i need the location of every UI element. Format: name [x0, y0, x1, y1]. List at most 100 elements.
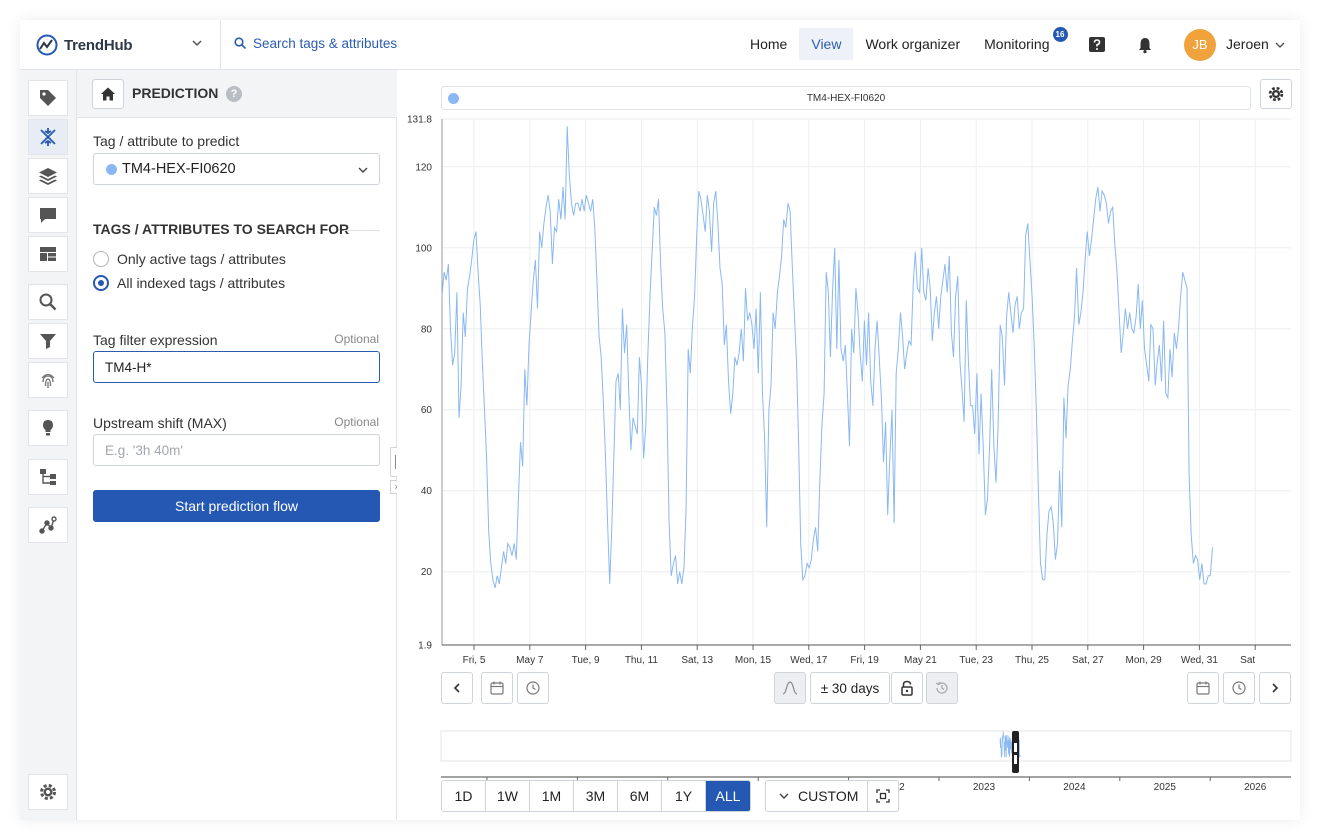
help-icon[interactable]: ? — [226, 86, 242, 102]
fit-view-button[interactable] — [867, 780, 899, 812]
x-tick-label: Tue, 23 — [959, 655, 993, 666]
chart-settings-button[interactable] — [1260, 79, 1292, 109]
nav-work-organizer[interactable]: Work organizer — [853, 28, 972, 60]
start-date-button[interactable] — [481, 672, 513, 704]
rail-settings-button[interactable] — [28, 774, 68, 810]
clock-icon — [526, 681, 540, 695]
rail-prediction-button[interactable] — [28, 119, 68, 155]
x-tick-label: Sat, 13 — [681, 655, 713, 666]
logo[interactable]: TrendHub — [36, 34, 133, 56]
lock-button[interactable] — [891, 672, 923, 704]
home-icon — [101, 87, 115, 101]
filter-icon — [40, 334, 56, 349]
rail-search-button[interactable] — [28, 284, 68, 320]
x-tick-label: Sat — [1240, 655, 1255, 666]
history-icon — [935, 681, 948, 694]
main-chart[interactable]: 131.8 120 100 80 60 40 20 1.9 Fri, 5 May 7 Tue, 9 T… — [397, 110, 1300, 720]
avatar[interactable]: JB — [1184, 29, 1216, 61]
bell-icon[interactable] — [1136, 36, 1154, 54]
rail-layers-button[interactable] — [28, 158, 68, 194]
end-date-button[interactable] — [1187, 672, 1219, 704]
upstream-shift-input[interactable] — [93, 434, 380, 466]
pan-right-button[interactable] — [1259, 672, 1291, 704]
nav-monitoring[interactable]: Monitoring 16 — [972, 27, 1068, 60]
nav-view[interactable]: View — [799, 28, 854, 60]
logo-text: TrendHub — [64, 36, 133, 54]
y-tick-label: 80 — [421, 324, 433, 335]
end-time-button[interactable] — [1223, 672, 1255, 704]
radio-only-active-label: Only active tags / attributes — [117, 251, 286, 267]
dashboard-icon — [40, 247, 56, 261]
range-selector: 1D 1W 1M 3M 6M 1Y ALL — [441, 780, 751, 812]
upstream-shift-label: Upstream shift (MAX) — [93, 415, 227, 431]
overview-year-label: 2025 — [1154, 782, 1177, 793]
home-button[interactable] — [92, 79, 124, 109]
radio-only-active[interactable]: Only active tags / attributes — [93, 251, 286, 267]
rail-insights-button[interactable] — [28, 410, 68, 446]
chevron-left-icon — [453, 683, 460, 693]
radio-all-indexed[interactable]: All indexed tags / attributes — [93, 275, 285, 291]
series-legend[interactable]: TM4-HEX-FI0620 — [441, 86, 1251, 110]
range-all[interactable]: ALL — [706, 781, 750, 811]
rail-comments-button[interactable] — [28, 197, 68, 233]
x-tick-label: Mon, 29 — [1126, 655, 1163, 666]
upstream-shift-optional: Optional — [334, 415, 379, 429]
rail-graph-button[interactable] — [28, 507, 68, 543]
rail-tags-button[interactable] — [28, 80, 68, 116]
range-6m[interactable]: 6M — [618, 781, 662, 811]
top-header: TrendHub Search tags & attributes Home V… — [20, 20, 1300, 70]
tag-filter-label: Tag filter expression — [93, 332, 218, 348]
custom-range-label: CUSTOM — [798, 788, 859, 804]
pan-left-button[interactable] — [441, 672, 473, 704]
radio-all-indexed-circle[interactable] — [93, 275, 109, 291]
start-prediction-button[interactable]: Start prediction flow — [93, 490, 380, 522]
monitoring-badge: 16 — [1052, 27, 1068, 42]
user-name[interactable]: Jeroen — [1226, 36, 1269, 52]
window-size-button[interactable]: ± 30 days — [810, 672, 890, 704]
search-icon — [39, 293, 57, 311]
trendhub-logo-icon — [36, 34, 58, 56]
tag-filter-input[interactable] — [93, 351, 380, 383]
tag-to-predict-select[interactable]: TM4-HEX-FI0620 — [93, 153, 380, 185]
series-legend-label: TM4-HEX-FI0620 — [806, 93, 886, 104]
tag-icon — [40, 90, 56, 106]
x-tick-label: May 21 — [904, 655, 937, 666]
overview-handle-grip — [1014, 755, 1017, 764]
tag-to-predict-value: TM4-HEX-FI0620 — [122, 161, 236, 177]
range-1m[interactable]: 1M — [530, 781, 574, 811]
radio-only-active-circle[interactable] — [93, 251, 109, 267]
chevron-down-icon[interactable] — [1274, 39, 1286, 51]
x-tick-label: Mon, 15 — [735, 655, 772, 666]
history-button[interactable] — [926, 672, 958, 704]
x-tick-label: Thu, 11 — [625, 655, 659, 666]
rail-hierarchy-button[interactable] — [28, 459, 68, 495]
chevron-down-icon[interactable] — [190, 36, 204, 50]
search-tags-button[interactable]: Search tags & attributes — [234, 36, 397, 51]
rail-filter-button[interactable] — [28, 323, 68, 359]
y-tick-label: 131.8 — [407, 115, 432, 126]
x-tick-label: Sat, 27 — [1072, 655, 1104, 666]
range-1y[interactable]: 1Y — [662, 781, 706, 811]
rail-dashboard-button[interactable] — [28, 236, 68, 272]
overview-handle-grip — [1014, 743, 1017, 752]
lightbulb-icon — [43, 420, 53, 436]
x-tick-label: Thu, 25 — [1015, 655, 1049, 666]
range-3m[interactable]: 3M — [574, 781, 618, 811]
calendar-icon — [490, 681, 504, 695]
radio-all-indexed-label: All indexed tags / attributes — [117, 275, 286, 291]
fingerprint-icon — [41, 373, 55, 388]
tag-filter-optional: Optional — [334, 332, 379, 346]
x-tick-label: Fri, 19 — [850, 655, 879, 666]
start-time-button[interactable] — [517, 672, 549, 704]
calendar-icon — [1196, 681, 1210, 695]
distribution-button[interactable] — [774, 672, 806, 704]
y-tick-label: 100 — [415, 243, 432, 254]
range-1w[interactable]: 1W — [486, 781, 530, 811]
help-icon[interactable] — [1088, 36, 1106, 54]
search-label: Search tags & attributes — [253, 36, 398, 51]
range-1d[interactable]: 1D — [442, 781, 486, 811]
overview-plot-area[interactable] — [440, 730, 1292, 762]
nav-home[interactable]: Home — [738, 28, 799, 60]
graph-nodes-icon — [39, 516, 57, 534]
rail-fingerprint-button[interactable] — [28, 362, 68, 398]
